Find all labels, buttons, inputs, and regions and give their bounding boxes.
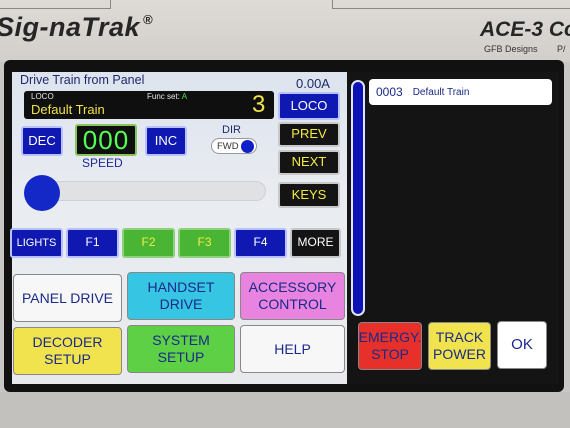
dec-button[interactable]: DEC (21, 126, 63, 156)
speed-slider-handle[interactable] (24, 175, 60, 211)
direction-toggle[interactable]: FWD (211, 138, 257, 154)
next-button[interactable]: NEXT (278, 150, 340, 175)
more-button[interactable]: MORE (290, 228, 341, 258)
system-setup-button[interactable]: SYSTEM SETUP (127, 325, 235, 373)
direction-toggle-knob (241, 140, 254, 153)
direction-value: FWD (217, 141, 239, 152)
speed-value: 000 (75, 124, 137, 156)
f4-button[interactable]: F4 (234, 228, 287, 258)
bezel-edge-left (0, 0, 111, 9)
brand-logo: Sig-naTrak ® (0, 12, 154, 42)
device-model: ACE-3 Co (480, 18, 570, 41)
device-maker-suffix: P/ (557, 44, 566, 54)
loco-button[interactable]: LOCO (278, 92, 340, 120)
help-button[interactable]: HELP (240, 325, 345, 373)
direction-label: DIR (222, 124, 241, 136)
device-bezel-bottom (0, 392, 570, 428)
accessory-control-button[interactable]: ACCESSORY CONTROL (240, 272, 345, 320)
func-set-value: A (181, 92, 188, 101)
bezel-edge-right (332, 0, 570, 9)
f3-button[interactable]: F3 (178, 228, 231, 258)
train-list-scrollbar[interactable] (351, 80, 365, 316)
loco-number: 3 (252, 91, 266, 118)
prev-button[interactable]: PREV (278, 122, 340, 147)
device-maker: GFB Designs (484, 44, 538, 54)
train-list-item-name: Default Train (412, 86, 470, 98)
lights-button[interactable]: LIGHTS (10, 228, 63, 258)
f2-button[interactable]: F2 (122, 228, 175, 258)
train-list-item-id: 0003 (376, 85, 403, 99)
panel-drive-button[interactable]: PANEL DRIVE (13, 274, 122, 322)
speed-label: SPEED (82, 156, 123, 170)
func-set-label: Func set: (147, 92, 180, 101)
train-list-item[interactable]: 0003 Default Train (369, 79, 552, 105)
loco-name: Default Train (31, 102, 105, 117)
registered-mark: ® (143, 12, 154, 27)
f1-button[interactable]: F1 (66, 228, 119, 258)
ok-button[interactable]: OK (497, 321, 547, 369)
current-readout: 0.00A (296, 76, 330, 91)
loco-label: LOCO (31, 92, 54, 101)
handset-drive-button[interactable]: HANDSET DRIVE (127, 272, 235, 320)
track-power-button[interactable]: TRACK POWER (428, 322, 491, 370)
func-set-indicator: Func set: A (147, 92, 187, 101)
keys-button[interactable]: KEYS (278, 182, 340, 208)
emergency-stop-button[interactable]: EMERGY. STOP (358, 322, 422, 370)
inc-button[interactable]: INC (145, 126, 187, 156)
panel-title: Drive Train from Panel (20, 73, 145, 87)
decoder-setup-button[interactable]: DECODER SETUP (13, 327, 122, 375)
speed-slider-track[interactable] (28, 181, 266, 201)
